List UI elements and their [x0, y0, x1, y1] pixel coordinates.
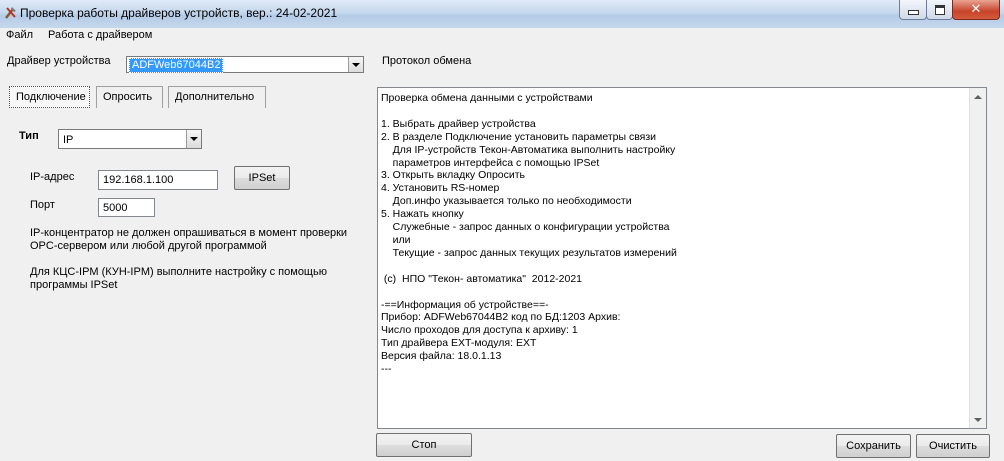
ip-input[interactable]: 192.168.1.100 [98, 170, 218, 190]
exchange-log[interactable]: Проверка обмена данными с устройствами 1… [377, 87, 987, 429]
scroll-down-button[interactable] [970, 411, 986, 428]
type-select[interactable]: IP [58, 129, 202, 149]
ip-label: IP-адрес [30, 171, 75, 183]
type-dropdown-button[interactable] [186, 130, 201, 148]
log-text: Проверка обмена данными с устройствами 1… [381, 92, 677, 376]
tab-connection[interactable]: Подключение [9, 86, 90, 108]
close-icon: ✕ [970, 2, 982, 17]
driver-label: Драйвер устройства [7, 55, 111, 67]
ipset-button[interactable]: IPSet [234, 166, 290, 190]
arrow-down-icon [974, 417, 982, 422]
minimize-button[interactable] [899, 0, 927, 20]
tools-icon [5, 7, 16, 19]
window-title: Проверка работы драйверов устройств, вер… [20, 6, 338, 20]
port-input[interactable]: 5000 [98, 198, 155, 217]
tab-advanced[interactable]: Дополнительно [168, 86, 266, 108]
ipset-note: Для КЦС-IPM (КУН-IPM) выполните настройк… [30, 266, 327, 291]
driver-selected-value: ADFWeb67044B2 [129, 58, 224, 73]
chevron-down-icon [190, 137, 198, 141]
maximize-button[interactable] [926, 0, 953, 20]
minimize-icon [907, 10, 919, 15]
type-label: Тип [19, 130, 39, 142]
menu-driver[interactable]: Работа с драйвером [48, 29, 152, 41]
driver-dropdown-button[interactable] [348, 57, 363, 72]
tab-poll[interactable]: Опросить [96, 86, 163, 108]
save-button[interactable]: Сохранить [836, 434, 911, 458]
log-scrollbar[interactable] [969, 88, 986, 428]
driver-select[interactable]: ADFWeb67044B2 [126, 56, 364, 73]
close-button[interactable]: ✕ [952, 0, 1000, 20]
arrow-up-icon [974, 94, 982, 99]
menu-bar: Файл Работа с драйвером [0, 28, 1004, 43]
concentrator-note: IP-концентратор не должен опрашиваться в… [30, 227, 348, 252]
type-selected-value: IP [63, 134, 74, 146]
port-label: Порт [30, 199, 55, 211]
protocol-label: Протокол обмена [382, 55, 472, 67]
menu-file[interactable]: Файл [6, 29, 33, 41]
title-bar[interactable]: Проверка работы драйверов устройств, вер… [0, 0, 1004, 29]
scroll-up-button[interactable] [970, 88, 986, 105]
maximize-icon [934, 4, 945, 15]
clear-button[interactable]: Очистить [916, 434, 990, 458]
chevron-down-icon [352, 62, 360, 67]
stop-button[interactable]: Стоп [376, 433, 472, 457]
